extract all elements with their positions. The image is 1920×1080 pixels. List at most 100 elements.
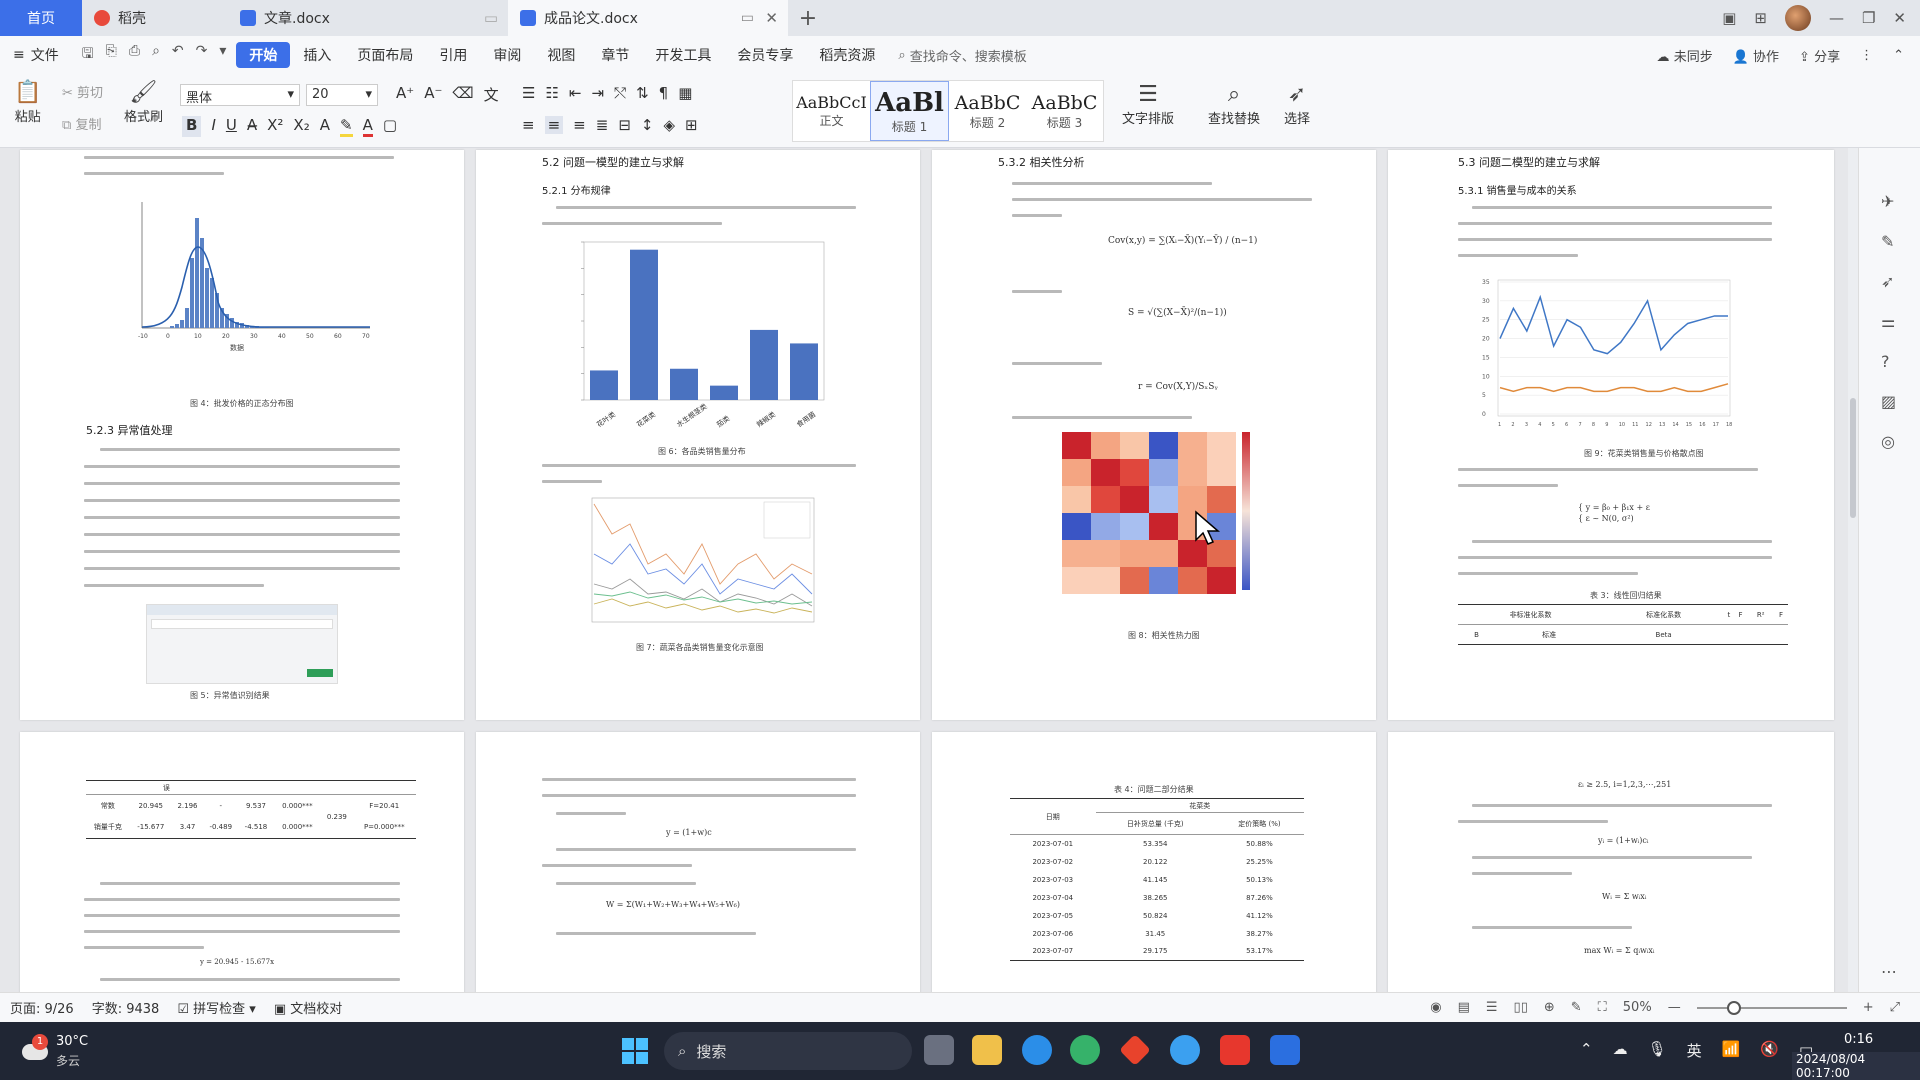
file-explorer-icon[interactable] — [972, 1035, 1002, 1065]
menu-daoke-resources[interactable]: 稻壳资源 — [806, 42, 888, 68]
tab-home[interactable]: 首页 — [0, 0, 82, 36]
indent-icon[interactable]: ⇥ — [591, 84, 604, 102]
chart-app-icon[interactable] — [1270, 1035, 1300, 1065]
menu-start[interactable]: 开始 — [236, 42, 291, 68]
menu-dev-tools[interactable]: 开发工具 — [642, 42, 724, 68]
justify-icon[interactable]: ≣ — [596, 116, 609, 134]
page-view-icon[interactable]: ▤ — [1458, 1000, 1470, 1015]
outdent-icon[interactable]: ⇤ — [569, 84, 582, 102]
text-layout-button[interactable]: ☰ 文字排版 — [1122, 82, 1174, 127]
help-icon[interactable]: ? — [1881, 352, 1899, 371]
weather-icon[interactable]: 1 — [18, 1034, 50, 1066]
align-right-icon[interactable]: ≡ — [573, 116, 586, 134]
spell-check-button[interactable]: ☑ 拼写检查 ▾ — [177, 998, 255, 1017]
taskbar-search[interactable]: ⌕ 搜索 — [664, 1032, 912, 1070]
menu-insert[interactable]: 插入 — [290, 42, 344, 68]
find-replace-button[interactable]: ⌕ 查找替换 — [1208, 82, 1260, 127]
tab-daoke[interactable]: 稻壳 — [82, 0, 228, 36]
style-heading-2[interactable]: AaBbC 标题 2 — [949, 81, 1026, 141]
read-view-icon[interactable]: ▯▯ — [1514, 1000, 1528, 1015]
undo-icon[interactable]: ↶ — [172, 43, 184, 67]
ime-indicator[interactable]: 英 — [1687, 1040, 1702, 1061]
collapse-ribbon-icon[interactable]: ⌃ — [1893, 48, 1904, 63]
chevron-down-icon[interactable]: ▾ — [219, 43, 226, 67]
font-color-icon[interactable]: A — [362, 116, 373, 137]
share-button[interactable]: ⇪ 分享 — [1799, 46, 1840, 65]
preview-icon[interactable]: ⌕ — [152, 43, 160, 67]
new-tab-button[interactable]: + — [788, 0, 828, 36]
italic-icon[interactable]: I — [211, 116, 215, 137]
clock-time[interactable]: 0:16 — [1844, 1032, 1873, 1047]
page-8[interactable]: εᵢ ≥ 2.5, i=1,2,3,⋯,251 yᵢ = (1+wᵢ)cᵢ Wᵢ… — [1388, 732, 1834, 992]
page-6[interactable]: y = (1+w)c W = Σ(W₁+W₂+W₃+W₄+W₅+W₆) — [476, 732, 920, 992]
browser-icon[interactable] — [1070, 1035, 1100, 1065]
pen-icon[interactable]: ✎ — [1881, 232, 1899, 251]
fit-width-icon[interactable]: ⛶ — [1598, 1000, 1607, 1015]
borders-icon[interactable]: ⊞ — [685, 116, 698, 134]
menu-view[interactable]: 视图 — [534, 42, 588, 68]
font-family-select[interactable]: 黑体 ▾ — [180, 84, 300, 106]
doc-proof-button[interactable]: ▣ 文档校对 — [274, 998, 342, 1017]
distribute-icon[interactable]: ⊟ — [618, 116, 631, 134]
tab-float-icon[interactable]: ▭ — [484, 9, 498, 27]
numbered-list-icon[interactable]: ☷ — [545, 84, 558, 102]
vertical-scrollbar[interactable] — [1848, 148, 1858, 992]
bullet-list-icon[interactable]: ☰ — [522, 84, 535, 102]
file-menu[interactable]: ≡ 文件 — [0, 42, 72, 68]
sync-button[interactable]: ☁ 未同步 — [1657, 46, 1713, 65]
windows-start-icon[interactable] — [622, 1038, 648, 1064]
tab-article-docx[interactable]: 文章.docx ▭ — [228, 0, 508, 36]
menu-references[interactable]: 引用 — [426, 42, 480, 68]
microphone-icon[interactable]: 🎙 — [1648, 1040, 1667, 1061]
page-indicator[interactable]: 页面: 9/26 — [10, 998, 74, 1017]
image-icon[interactable]: ▨ — [1881, 392, 1899, 411]
clear-format-icon[interactable]: ⌫ — [452, 84, 473, 105]
menu-review[interactable]: 审阅 — [480, 42, 534, 68]
zoom-slider-knob[interactable] — [1726, 1000, 1741, 1015]
outline-view-icon[interactable]: ☰ — [1486, 1000, 1498, 1015]
menu-member[interactable]: 会员专享 — [724, 42, 806, 68]
help-app-icon[interactable] — [1170, 1035, 1200, 1065]
web-view-icon[interactable]: ⊕ — [1544, 1000, 1555, 1015]
align-left-icon[interactable]: ≡ — [522, 116, 535, 134]
shading-icon[interactable]: ◈ — [663, 116, 675, 134]
paste-button[interactable]: 📋 粘贴 — [14, 80, 41, 125]
align-center-icon[interactable]: ≡ — [544, 116, 564, 134]
eye-protect-icon[interactable]: ◉ — [1430, 1000, 1441, 1015]
zoom-value[interactable]: 50% — [1623, 1000, 1652, 1015]
more-icon[interactable]: ⋮ — [1860, 48, 1873, 63]
pin-icon[interactable]: ✈ — [1881, 192, 1899, 211]
zoom-in-icon[interactable]: + — [1863, 1000, 1874, 1015]
tab-thesis-docx[interactable]: 成品论文.docx ▭ ✕ — [508, 0, 788, 36]
page-3[interactable]: 5.3.2 相关性分析 Cov(x,y) = ∑(Xᵢ−X̄)(Yᵢ−Ȳ) / … — [932, 150, 1376, 720]
select-button[interactable]: ➶ 选择 — [1284, 82, 1310, 127]
onedrive-icon[interactable]: ☁ — [1613, 1040, 1628, 1061]
page-7[interactable]: 表 4：问题二部分结果 日期 花菜类 日补货总量 (千克) 定价策略 (%) 2… — [932, 732, 1376, 992]
highlight-icon[interactable]: ✎ — [339, 116, 353, 137]
edge-icon[interactable] — [1022, 1035, 1052, 1065]
sort-icon[interactable]: ⇅ — [636, 84, 649, 102]
tab-float-icon[interactable]: ▭ — [741, 10, 754, 26]
cut-button[interactable]: ✂ 剪切 — [62, 82, 103, 101]
style-normal[interactable]: AaBbCcI 正文 — [793, 81, 870, 141]
underline-icon[interactable]: U — [226, 116, 237, 137]
wps-icon[interactable] — [1220, 1035, 1250, 1065]
shrink-font-icon[interactable]: A⁻ — [424, 84, 442, 105]
document-canvas[interactable]: -10 0 10 20 30 40 50 60 70 数据 图 4：批发价格的正态分布图 5.2… — [0, 148, 1858, 992]
superscript-icon[interactable]: X² — [267, 116, 283, 137]
format-painter-button[interactable]: 🖌 格式刷 — [124, 80, 163, 125]
menu-page-layout[interactable]: 页面布局 — [344, 42, 426, 68]
command-search[interactable]: ⌕ 查找命令、搜索模板 — [888, 46, 1026, 65]
zoom-out-icon[interactable]: — — [1668, 1000, 1681, 1015]
scrollbar-thumb[interactable] — [1850, 398, 1856, 518]
export-icon[interactable]: ⎘ — [106, 43, 117, 67]
layout-icon[interactable]: ▣ — [1722, 9, 1736, 27]
redo-icon[interactable]: ↷ — [196, 43, 208, 67]
style-heading-1[interactable]: AaBl 标题 1 — [870, 81, 949, 141]
print-icon[interactable]: ⎙ — [129, 43, 140, 67]
fullscreen-icon[interactable]: ⤢ — [1890, 1000, 1900, 1015]
minimize-icon[interactable]: — — [1829, 9, 1844, 27]
bold-icon[interactable]: B — [182, 116, 202, 137]
app-diamond-icon[interactable] — [1119, 1034, 1151, 1066]
chinese-layout-icon[interactable]: ⤲ — [614, 84, 626, 102]
